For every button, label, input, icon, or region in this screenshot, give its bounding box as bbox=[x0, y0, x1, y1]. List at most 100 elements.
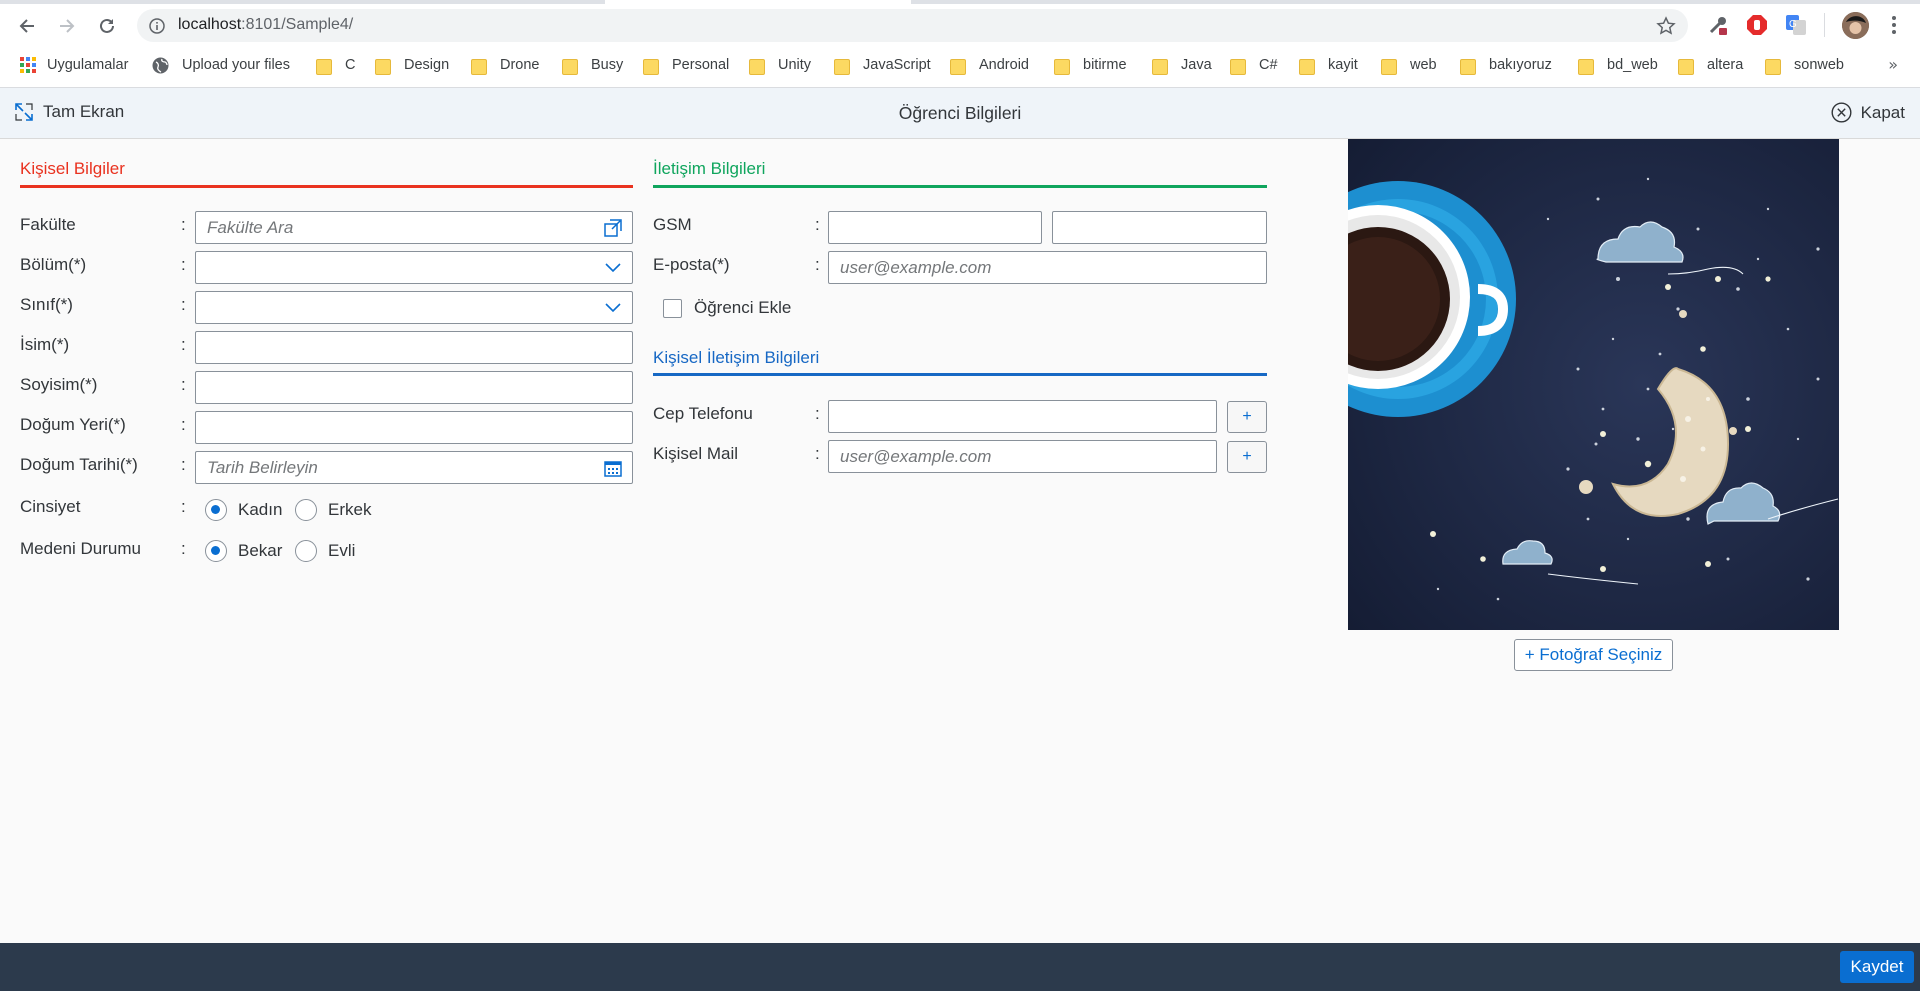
chevron-down-icon[interactable] bbox=[604, 299, 622, 317]
extension-adblock-icon[interactable] bbox=[1745, 13, 1769, 37]
info-icon[interactable] bbox=[149, 18, 165, 38]
more-vert-icon[interactable] bbox=[1882, 13, 1906, 37]
extension-eyedropper-icon[interactable] bbox=[1706, 13, 1730, 37]
bookmark-folder-kayit[interactable]: kayit bbox=[1299, 50, 1358, 80]
value-help-icon[interactable] bbox=[604, 219, 622, 237]
add-personal-mail-button[interactable]: + bbox=[1227, 441, 1267, 473]
extension-translate-icon[interactable]: G bbox=[1784, 13, 1808, 37]
colon: : bbox=[181, 539, 186, 558]
colon: : bbox=[181, 497, 186, 516]
address-bar[interactable]: localhost:8101/Sample4/ bbox=[137, 9, 1688, 42]
bookmark-folder-web[interactable]: web bbox=[1381, 50, 1437, 80]
personal-section-divider bbox=[20, 185, 633, 188]
personal-section-title: Kişisel Bilgiler bbox=[20, 159, 125, 178]
folder-icon bbox=[1678, 57, 1694, 75]
bookmark-folder-android[interactable]: Android bbox=[950, 50, 1029, 80]
bookmark-folder-bitirme[interactable]: bitirme bbox=[1054, 50, 1127, 80]
email-input[interactable]: user@example.com bbox=[828, 251, 1267, 284]
department-label: Bölüm(*) bbox=[20, 255, 87, 274]
profile-avatar[interactable] bbox=[1842, 12, 1869, 39]
folder-icon bbox=[1578, 57, 1594, 75]
bookmark-folder-personal[interactable]: Personal bbox=[643, 50, 729, 80]
bookmark-folder-csharp[interactable]: C# bbox=[1230, 50, 1278, 80]
svg-text:G: G bbox=[1789, 19, 1797, 30]
marital-radio-married[interactable]: Evli bbox=[295, 540, 355, 562]
bookmark-folder-javascript[interactable]: JavaScript bbox=[834, 50, 931, 80]
bookmark-folder-unity[interactable]: Unity bbox=[749, 50, 811, 80]
birthdate-placeholder: Tarih Belirleyin bbox=[207, 458, 318, 477]
folder-icon bbox=[1381, 57, 1397, 75]
radio-selected-icon bbox=[205, 499, 227, 521]
student-photo bbox=[1348, 139, 1839, 630]
add-mobile-button[interactable]: + bbox=[1227, 401, 1267, 433]
bookmark-folder-busy[interactable]: Busy bbox=[562, 50, 623, 80]
bookmark-folder-bd-web[interactable]: bd_web bbox=[1578, 50, 1658, 80]
close-icon bbox=[1831, 102, 1852, 123]
faculty-search-input[interactable]: Fakülte Ara bbox=[195, 211, 633, 244]
bookmark-upload[interactable]: Upload your files bbox=[152, 50, 290, 80]
bookmark-folder-drone[interactable]: Drone bbox=[471, 50, 540, 80]
class-select[interactable] bbox=[195, 291, 633, 324]
gsm-country-code-input[interactable] bbox=[828, 211, 1042, 244]
app-header: Tam Ekran Öğrenci Bilgileri Kapat bbox=[0, 88, 1920, 139]
globe-icon bbox=[152, 57, 169, 73]
forward-icon[interactable] bbox=[53, 12, 81, 40]
personal-mail-placeholder: user@example.com bbox=[840, 447, 992, 466]
colon: : bbox=[181, 255, 186, 274]
close-button[interactable]: Kapat bbox=[1831, 102, 1905, 123]
email-label: E-posta(*) bbox=[653, 255, 730, 274]
chevron-down-icon[interactable] bbox=[604, 259, 622, 277]
colon: : bbox=[815, 444, 820, 463]
gsm-label: GSM bbox=[653, 215, 692, 234]
department-select[interactable] bbox=[195, 251, 633, 284]
bookmark-folder-bakiyoruz[interactable]: bakıyoruz bbox=[1460, 50, 1552, 80]
folder-icon bbox=[1299, 57, 1315, 75]
colon: : bbox=[815, 404, 820, 423]
apps-grid-icon bbox=[20, 57, 36, 73]
colon: : bbox=[181, 415, 186, 434]
active-tab-indicator[interactable] bbox=[605, 0, 911, 4]
gender-label: Cinsiyet bbox=[20, 497, 81, 516]
birthdate-label: Doğum Tarihi(*) bbox=[20, 455, 138, 474]
page-title: Öğrenci Bilgileri bbox=[898, 103, 1022, 123]
colon: : bbox=[181, 215, 186, 234]
mobile-input[interactable] bbox=[828, 400, 1217, 433]
colon: : bbox=[815, 255, 820, 274]
folder-icon bbox=[1230, 57, 1246, 75]
checkbox-unchecked-icon bbox=[663, 298, 682, 318]
birthplace-input[interactable] bbox=[195, 411, 633, 444]
gsm-number-input[interactable] bbox=[1052, 211, 1267, 244]
marital-radio-single[interactable]: Bekar bbox=[205, 540, 282, 562]
colon: : bbox=[181, 375, 186, 394]
calendar-icon[interactable] bbox=[604, 459, 622, 477]
select-photo-button[interactable]: + Fotoğraf Seçiniz bbox=[1514, 639, 1673, 671]
email-placeholder: user@example.com bbox=[840, 258, 992, 277]
class-label: Sınıf(*) bbox=[20, 295, 73, 314]
bookmark-folder-c[interactable]: C bbox=[316, 50, 355, 80]
bookmarks-overflow-icon[interactable]: » bbox=[1888, 55, 1898, 74]
surname-input[interactable] bbox=[195, 371, 633, 404]
gender-radio-male[interactable]: Erkek bbox=[295, 499, 371, 521]
bookmark-star-icon[interactable] bbox=[1656, 16, 1676, 40]
bookmark-folder-altera[interactable]: altera bbox=[1678, 50, 1743, 80]
colon: : bbox=[181, 335, 186, 354]
name-input[interactable] bbox=[195, 331, 633, 364]
birthdate-picker[interactable]: Tarih Belirleyin bbox=[195, 451, 633, 484]
bookmark-folder-sonweb[interactable]: sonweb bbox=[1765, 50, 1844, 80]
bookmark-apps[interactable]: Uygulamalar bbox=[20, 50, 128, 80]
save-button[interactable]: Kaydet bbox=[1840, 951, 1914, 983]
gender-radio-female[interactable]: Kadın bbox=[205, 499, 282, 521]
tab-strip bbox=[0, 0, 1920, 4]
radio-unselected-icon bbox=[295, 499, 317, 521]
bookmarks-bar: Uygulamalar Upload your files C Design D… bbox=[0, 50, 1920, 88]
back-icon[interactable] bbox=[13, 12, 41, 40]
url-text[interactable]: localhost:8101/Sample4/ bbox=[178, 16, 353, 34]
add-student-checkbox[interactable]: Öğrenci Ekle bbox=[663, 298, 791, 318]
marital-label: Medeni Durumu bbox=[20, 539, 141, 558]
folder-icon bbox=[834, 57, 850, 75]
personal-mail-input[interactable]: user@example.com bbox=[828, 440, 1217, 473]
contact-section-divider bbox=[653, 185, 1267, 188]
bookmark-folder-design[interactable]: Design bbox=[375, 50, 449, 80]
bookmark-folder-java[interactable]: Java bbox=[1152, 50, 1212, 80]
reload-icon[interactable] bbox=[93, 12, 121, 40]
